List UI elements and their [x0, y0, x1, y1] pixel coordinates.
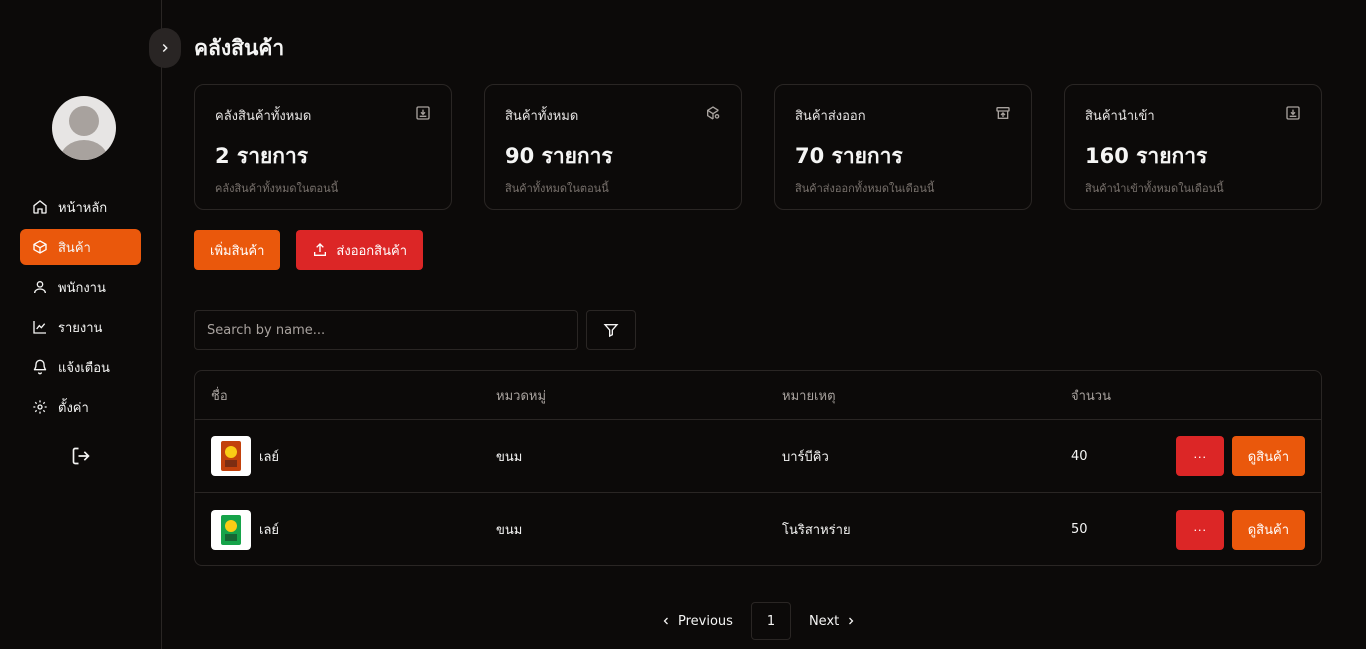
search-input[interactable] [194, 310, 578, 350]
product-note: บาร์บีคิว [782, 449, 829, 465]
sidebar-item-label: สินค้า [58, 240, 91, 256]
row-actions: ··· ดูสินค้า [1175, 509, 1305, 550]
stat-card-imports: สินค้านำเข้า 160 รายการ สินค้านำเข้าทั้ง… [1064, 84, 1322, 210]
more-options-button[interactable]: ··· [1175, 436, 1224, 476]
product-category: ขนม [496, 449, 523, 465]
sidebar-item-label: แจ้งเตือน [58, 360, 110, 376]
column-header-note: หมายเหตุ [782, 388, 836, 404]
sidebar-item-home[interactable]: หน้าหลัก [20, 189, 141, 225]
export-product-button[interactable]: ส่งออกสินค้า [296, 230, 423, 270]
chevron-right-icon [162, 43, 168, 53]
avatar-body [60, 140, 108, 160]
box-icon [33, 240, 47, 254]
row-actions: ··· ดูสินค้า [1175, 436, 1305, 476]
action-bar: เพิ่มสินค้า ส่งออกสินค้า [194, 230, 423, 270]
sidebar-item-employees[interactable]: พนักงาน [20, 269, 141, 305]
chip-bag-nori-image [221, 514, 241, 545]
product-name: เลย์ [259, 523, 280, 538]
sidebar-item-label: พนักงาน [58, 280, 106, 296]
package-search-icon [707, 106, 720, 120]
card-title: คลังสินค้าทั้งหมด [215, 109, 312, 124]
upload-icon [314, 243, 327, 256]
archive-upload-icon [996, 107, 1010, 119]
home-icon [33, 200, 47, 214]
card-title: สินค้าส่งออก [795, 109, 866, 124]
sidebar-item-label: ตั้งค่า [58, 400, 89, 416]
chart-line-icon [33, 321, 46, 334]
card-title: สินค้านำเข้า [1085, 109, 1155, 124]
pagination: Previous 1 Next [660, 602, 857, 640]
product-name-cell: เลย์ [211, 509, 280, 550]
product-name-cell: เลย์ [211, 436, 279, 476]
previous-page-link[interactable]: Previous [660, 614, 733, 629]
add-product-button[interactable]: เพิ่มสินค้า [194, 230, 281, 270]
card-subtitle: สินค้าทั้งหมดในตอนนี้ [505, 182, 609, 195]
column-header-category: หมวดหมู่ [496, 388, 547, 404]
stat-cards: คลังสินค้าทั้งหมด 2 รายการ คลังสินค้าทั้… [194, 84, 1322, 210]
product-thumbnail [211, 436, 251, 476]
gear-icon [33, 400, 47, 414]
product-quantity: 50 [1071, 522, 1088, 537]
card-value: 70 รายการ [795, 144, 903, 168]
table-row: เลย์ ขนม บาร์บีคิว 40 ··· ดูสินค้า [195, 420, 1321, 493]
card-value: 160 รายการ [1085, 144, 1208, 168]
next-page-link[interactable]: Next [809, 614, 857, 629]
bell-icon [33, 359, 47, 375]
table-header: ชื่อ หมวดหมู่ หมายเหตุ จำนวน [195, 371, 1321, 420]
sidebar-item-label: หน้าหลัก [58, 200, 108, 216]
stat-card-exports: สินค้าส่งออก 70 รายการ สินค้าส่งออกทั้งห… [774, 84, 1032, 210]
products-table: ชื่อ หมวดหมู่ หมายเหตุ จำนวน เลย์ ขนม บา… [194, 370, 1322, 566]
filter-button[interactable] [586, 310, 636, 350]
stat-card-products: สินค้าทั้งหมด 90 รายการ สินค้าทั้งหมดในต… [484, 84, 742, 210]
filter-icon [603, 324, 619, 338]
more-options-button[interactable]: ··· [1175, 509, 1224, 550]
view-product-button[interactable]: ดูสินค้า [1231, 509, 1305, 550]
download-box-icon [416, 106, 430, 120]
page-title: คลังสินค้า [194, 36, 285, 60]
sidebar-item-notifications[interactable]: แจ้งเตือน [20, 349, 141, 385]
sidebar-nav: หน้าหลัก สินค้า พนักงาน รายงาน แจ้งเตือน… [20, 189, 141, 429]
next-label: Next [808, 613, 840, 629]
avatar-head [69, 106, 99, 136]
page-number-button[interactable]: 1 [750, 602, 791, 640]
export-button-label: ส่งออกสินค้า [336, 243, 407, 259]
previous-label: Previous [678, 613, 733, 629]
chevron-left-icon [663, 617, 668, 625]
column-header-name: ชื่อ [211, 388, 228, 404]
view-product-button[interactable]: ดูสินค้า [1231, 436, 1305, 476]
table-row: เลย์ ขนม โนริสาหร่าย 50 ··· ดูสินค้า [195, 493, 1321, 565]
avatar[interactable] [52, 96, 116, 160]
card-subtitle: สินค้านำเข้าทั้งหมดในเดือนนี้ [1085, 182, 1224, 195]
card-subtitle: สินค้าส่งออกทั้งหมดในเดือนนี้ [795, 182, 935, 195]
sidebar-item-reports[interactable]: รายงาน [20, 309, 141, 345]
card-value: 2 รายการ [215, 144, 309, 168]
sidebar-item-label: รายงาน [58, 320, 103, 336]
sidebar-item-settings[interactable]: ตั้งค่า [20, 389, 141, 425]
product-quantity: 40 [1071, 448, 1088, 464]
card-value: 90 รายการ [505, 144, 613, 168]
card-title: สินค้าทั้งหมด [505, 109, 579, 124]
sidebar-item-products[interactable]: สินค้า [20, 229, 141, 265]
chip-bag-bbq-image [221, 441, 241, 471]
column-header-quantity: จำนวน [1071, 388, 1111, 404]
product-note: โนริสาหร่าย [782, 523, 851, 538]
logout-icon[interactable] [71, 446, 91, 466]
stat-card-warehouses: คลังสินค้าทั้งหมด 2 รายการ คลังสินค้าทั้… [194, 84, 452, 210]
card-subtitle: คลังสินค้าทั้งหมดในตอนนี้ [215, 182, 339, 195]
sidebar: หน้าหลัก สินค้า พนักงาน รายงาน แจ้งเตือน… [0, 0, 162, 649]
product-name: เลย์ [259, 449, 280, 465]
download-box-icon [1286, 106, 1300, 120]
sidebar-toggle-button[interactable] [149, 28, 181, 68]
chevron-right-icon [849, 617, 854, 625]
product-thumbnail [211, 509, 251, 550]
product-category: ขนม [496, 523, 523, 538]
user-icon [34, 281, 46, 294]
